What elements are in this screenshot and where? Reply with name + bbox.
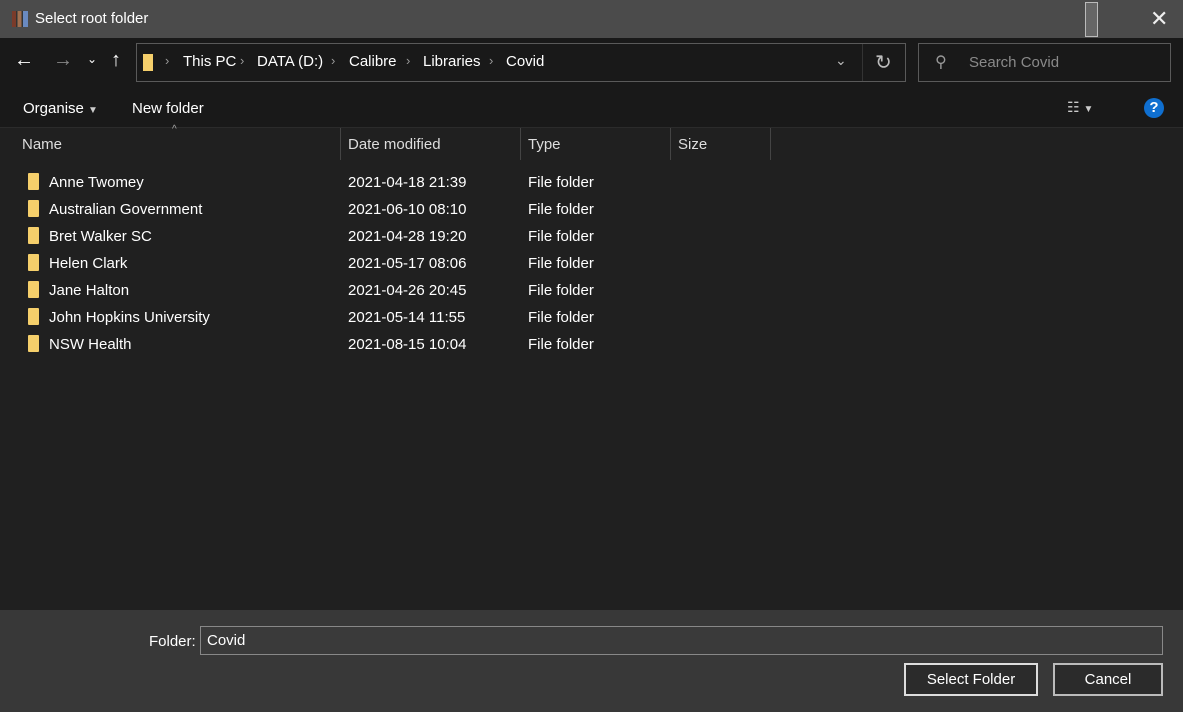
breadcrumb-covid[interactable]: Covid [506,53,544,70]
footer-panel: Folder: Covid Select Folder Cancel [0,610,1183,712]
folder-input[interactable]: Covid [200,626,1163,655]
app-icon [12,11,28,27]
file-row[interactable]: John Hopkins University 2021-05-14 11:55… [20,304,760,331]
search-icon: ⚲ [935,54,947,71]
breadcrumb-separator: › [406,53,411,68]
breadcrumb-this-pc[interactable]: This PC [183,53,236,70]
file-name: Bret Walker SC [49,228,152,245]
folder-icon [28,308,39,325]
file-type: File folder [528,201,594,218]
folder-icon [28,200,39,217]
file-type: File folder [528,228,594,245]
toolbar: Organise ▼ New folder ☷ ▼ ? [0,88,1183,128]
file-name: John Hopkins University [49,309,210,326]
file-name: Anne Twomey [49,174,144,191]
scroll-handle[interactable] [1085,2,1098,37]
file-row[interactable]: Bret Walker SC 2021-04-28 19:20 File fol… [20,223,760,250]
search-input[interactable]: ⚲ Search Covid [918,43,1171,82]
file-row[interactable]: NSW Health 2021-08-15 10:04 File folder [20,331,760,358]
file-date: 2021-05-17 08:06 [348,255,467,272]
folder-icon [143,54,153,71]
file-name: Helen Clark [49,255,128,272]
folder-icon [28,227,39,244]
select-folder-button[interactable]: Select Folder [904,663,1038,696]
file-type: File folder [528,174,594,191]
file-date: 2021-04-28 19:20 [348,228,467,245]
file-name: Jane Halton [49,282,130,299]
search-placeholder: Search Covid [969,54,1060,71]
file-name: NSW Health [49,336,132,353]
refresh-icon[interactable]: ↻ [875,50,892,75]
address-dropdown-icon[interactable]: ⌄ [835,52,847,69]
file-row[interactable]: Australian Government 2021-06-10 08:10 F… [20,196,760,223]
column-header-type[interactable]: Type [528,136,561,153]
close-icon[interactable]: ✕ [1150,6,1168,32]
folder-icon [28,254,39,271]
file-date: 2021-04-26 20:45 [348,282,467,299]
file-date: 2021-04-18 21:39 [348,174,467,191]
help-icon[interactable]: ? [1144,98,1164,118]
file-type: File folder [528,309,594,326]
folder-icon [28,335,39,352]
window-title: Select root folder [35,10,149,27]
forward-icon[interactable]: → [53,49,73,72]
folder-label: Folder: [149,633,196,650]
breadcrumb-calibre[interactable]: Calibre [349,53,397,70]
file-date: 2021-06-10 08:10 [348,201,467,218]
file-date: 2021-05-14 11:55 [348,309,466,326]
breadcrumb-separator: › [331,53,336,68]
file-type: File folder [528,255,594,272]
column-header-name[interactable]: Name [22,136,62,153]
folder-icon [28,173,39,190]
up-icon[interactable]: ↑ [111,49,121,72]
organise-button[interactable]: Organise ▼ [23,100,98,117]
cancel-button[interactable]: Cancel [1053,663,1163,696]
organise-label: Organise [23,100,84,117]
column-header-date[interactable]: Date modified [348,136,441,153]
breadcrumb-separator: › [489,53,494,68]
folder-icon [28,281,39,298]
view-options-icon[interactable]: ☷ ▼ [1067,99,1093,116]
title-bar: Select root folder ✕ [0,0,1183,38]
sort-ascending-icon: ^ [172,124,177,135]
new-folder-button[interactable]: New folder [132,100,204,117]
breadcrumb-data-d[interactable]: DATA (D:) [257,53,323,70]
file-date: 2021-08-15 10:04 [348,336,467,353]
file-row[interactable]: Anne Twomey 2021-04-18 21:39 File folder [20,169,760,196]
back-icon[interactable]: ← [14,49,34,72]
file-row[interactable]: Jane Halton 2021-04-26 20:45 File folder [20,277,760,304]
breadcrumb-separator: › [165,53,170,68]
column-header-size[interactable]: Size [678,136,707,153]
file-type: File folder [528,336,594,353]
recent-chevron-icon[interactable]: ⌄ [87,52,97,66]
breadcrumb-libraries[interactable]: Libraries [423,53,481,70]
file-type: File folder [528,282,594,299]
breadcrumb-separator: › [240,53,245,68]
file-name: Australian Government [49,201,203,218]
file-row[interactable]: Helen Clark 2021-05-17 08:06 File folder [20,250,760,277]
